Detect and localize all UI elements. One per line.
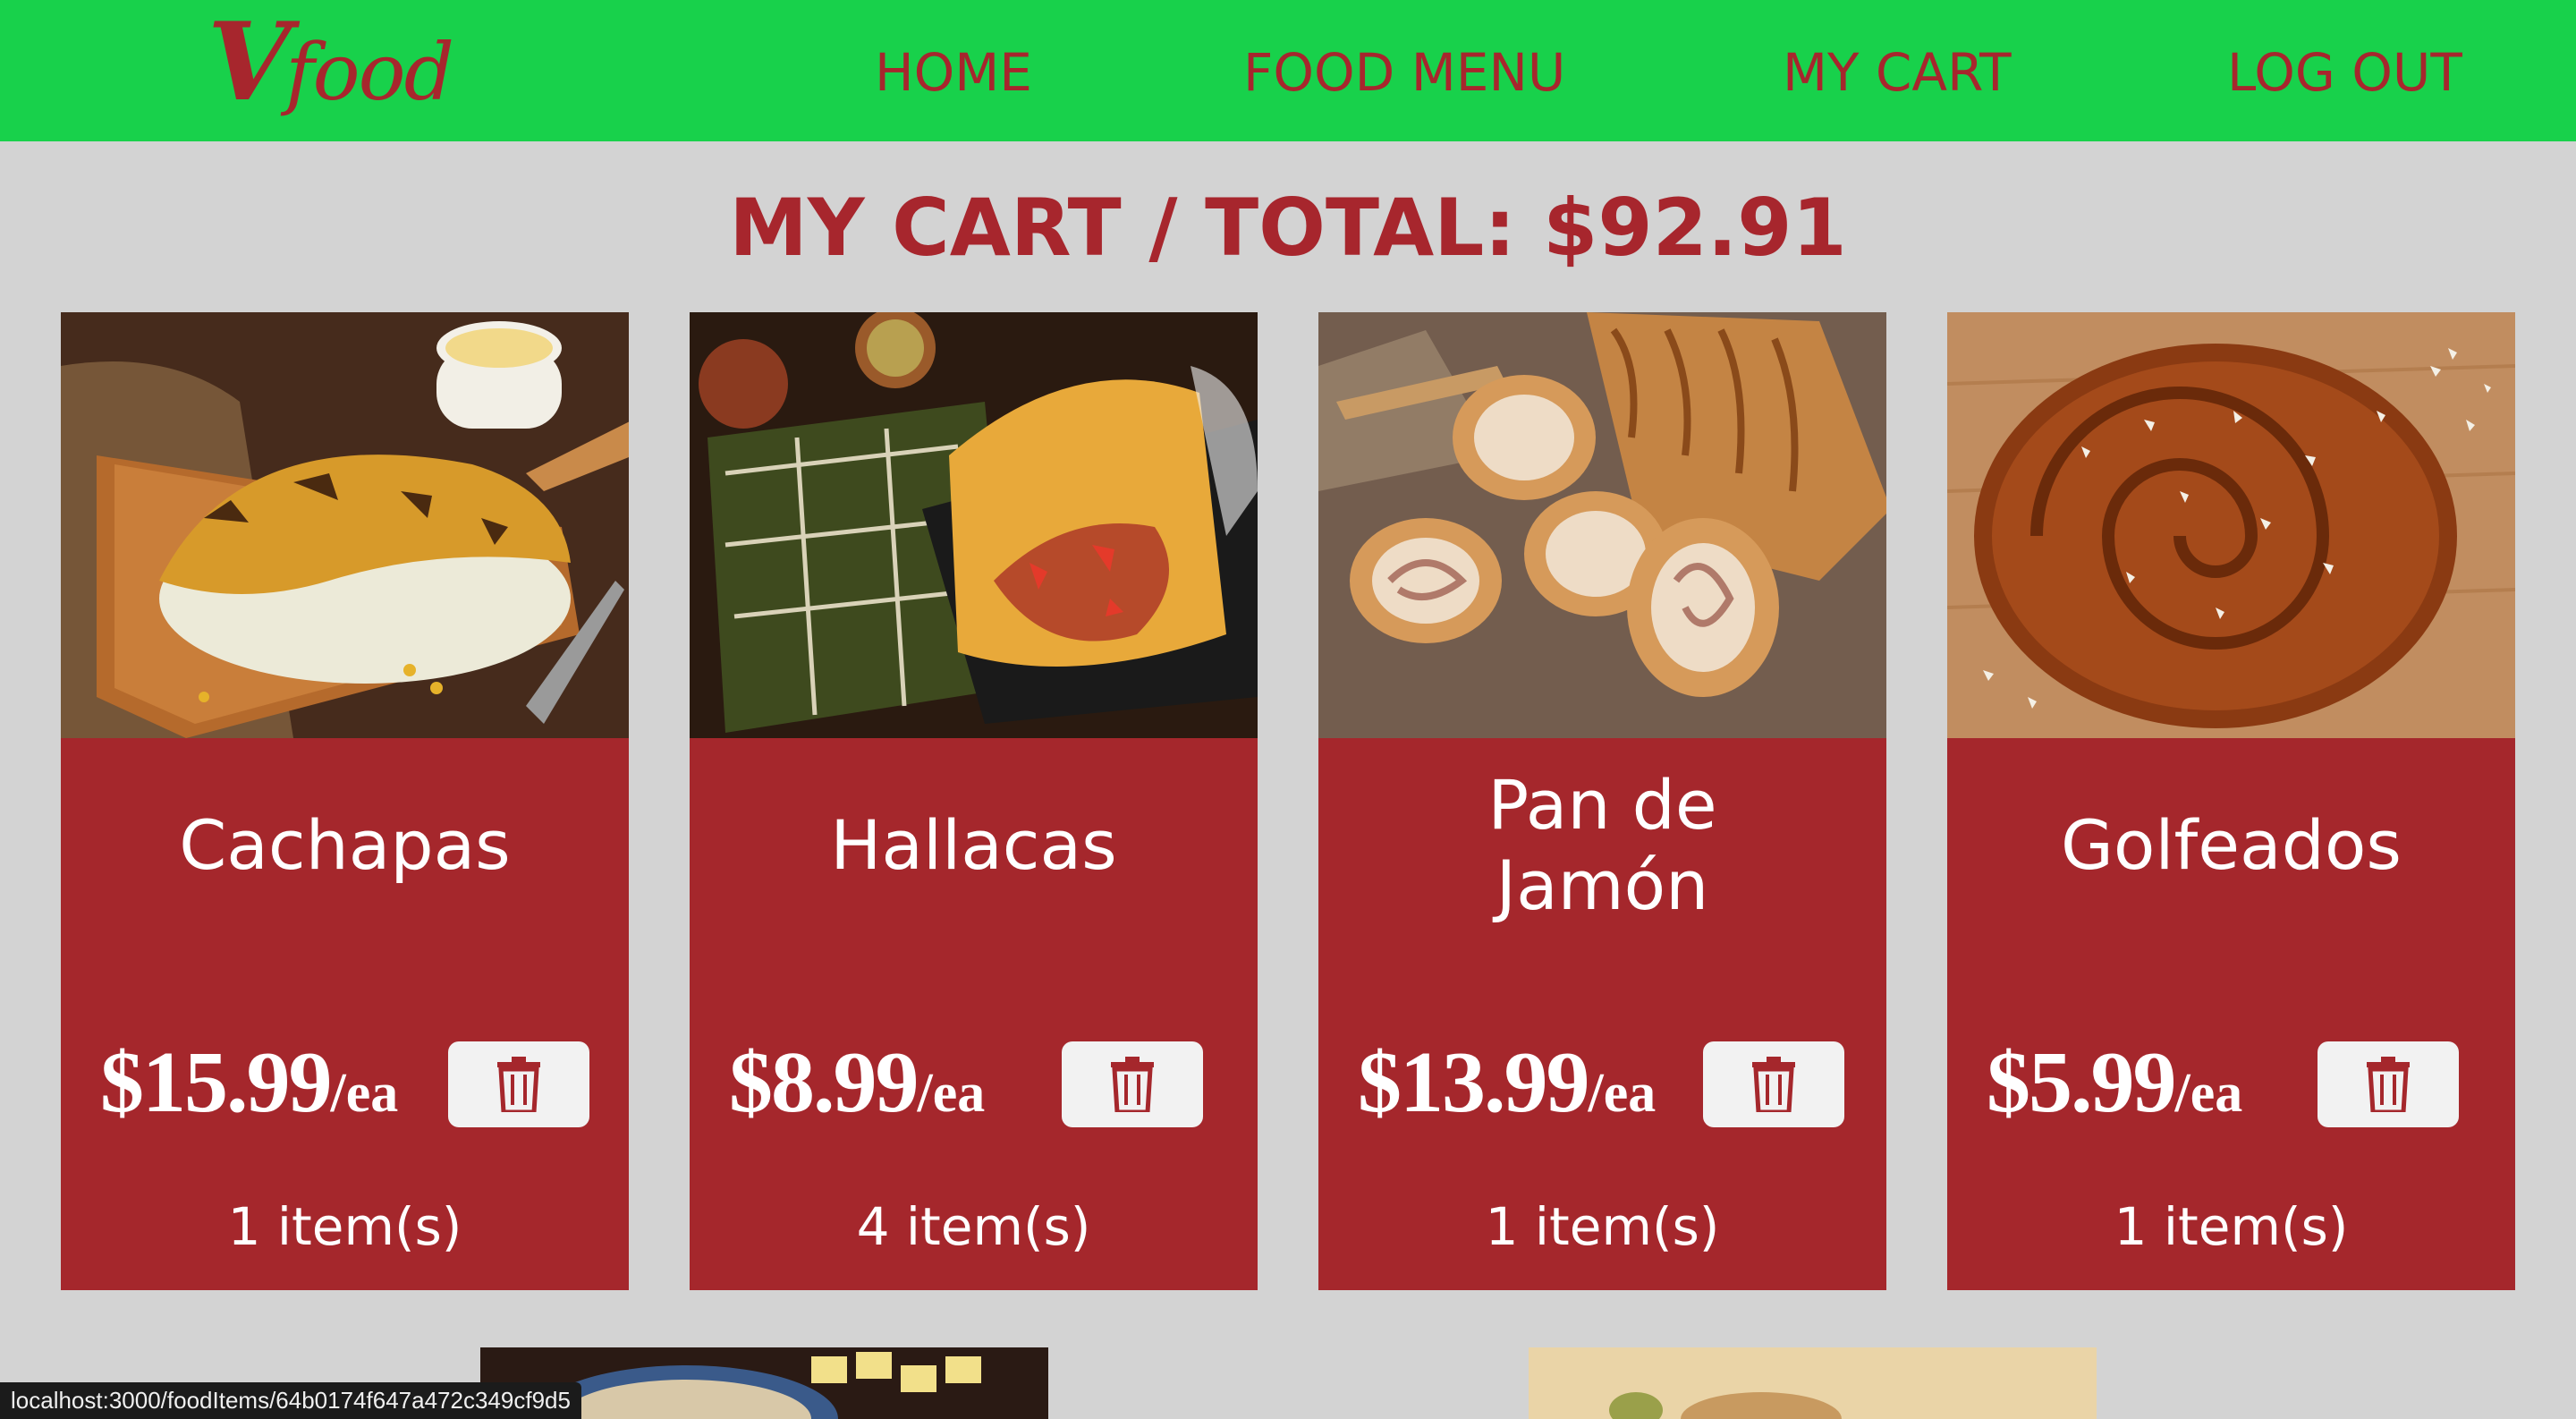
nav-food-menu-link[interactable]: FOOD MENU [1243, 41, 1565, 104]
price: $13.99/ea [1358, 1039, 1656, 1126]
price-unit: /ea [330, 1063, 399, 1124]
food-name: Cachapas [179, 805, 511, 885]
remove-item-button[interactable] [448, 1041, 589, 1127]
food-image-partial[interactable] [1529, 1347, 2097, 1419]
food-image-cachapas [61, 312, 629, 738]
price-unit: /ea [917, 1063, 986, 1124]
price: $15.99/ea [100, 1039, 398, 1126]
logo-letter: V [208, 0, 291, 125]
remove-item-button[interactable] [1703, 1041, 1844, 1127]
price-amount: $8.99 [729, 1034, 919, 1131]
price-unit: /ea [2174, 1063, 2243, 1124]
nav-my-cart-link[interactable]: MY CART [1783, 41, 2012, 104]
trash-icon [2367, 1057, 2410, 1112]
trash-icon [497, 1057, 540, 1112]
trash-icon [1111, 1057, 1154, 1112]
remove-item-button[interactable] [2318, 1041, 2459, 1127]
remove-item-button[interactable] [1062, 1041, 1203, 1127]
price-amount: $13.99 [1358, 1034, 1589, 1131]
item-quantity: 1 item(s) [1485, 1196, 1720, 1257]
top-navbar: Vfood HOME FOOD MENU MY CART LOG OUT [0, 0, 2576, 141]
cart-item-card: Pan de Jamón $13.99/ea 1 item(s) [1318, 312, 1886, 1290]
food-image-golfeados [1947, 312, 2515, 738]
price: $5.99/ea [1987, 1039, 2242, 1126]
food-name: Pan de Jamón [1487, 765, 1717, 925]
food-image-pan-de-jamon [1318, 312, 1886, 738]
price-amount: $15.99 [100, 1034, 332, 1131]
food-name: Hallacas [830, 805, 1117, 885]
vfood-logo[interactable]: Vfood [208, 9, 454, 118]
item-quantity: 4 item(s) [856, 1196, 1091, 1257]
price-unit: /ea [1588, 1063, 1657, 1124]
food-name: Golfeados [2061, 805, 2402, 885]
cart-item-card: Cachapas $15.99/ea 1 item(s) [61, 312, 629, 1290]
food-image-hallacas [690, 312, 1258, 738]
item-quantity: 1 item(s) [2114, 1196, 2349, 1257]
page-title: MY CART / TOTAL: $92.91 [729, 182, 1847, 274]
trash-icon [1752, 1057, 1795, 1112]
browser-status-url: localhost:3000/foodItems/64b0174f647a472… [0, 1382, 581, 1419]
price-amount: $5.99 [1987, 1034, 2176, 1131]
cart-item-card: Hallacas $8.99/ea 4 item(s) [690, 312, 1258, 1290]
price: $8.99/ea [729, 1039, 985, 1126]
nav-log-out-link[interactable]: LOG OUT [2227, 41, 2462, 104]
logo-text: food [285, 26, 454, 118]
cart-item-card: Golfeados $5.99/ea 1 item(s) [1947, 312, 2515, 1290]
item-quantity: 1 item(s) [227, 1196, 462, 1257]
nav-home-link[interactable]: HOME [875, 41, 1032, 104]
